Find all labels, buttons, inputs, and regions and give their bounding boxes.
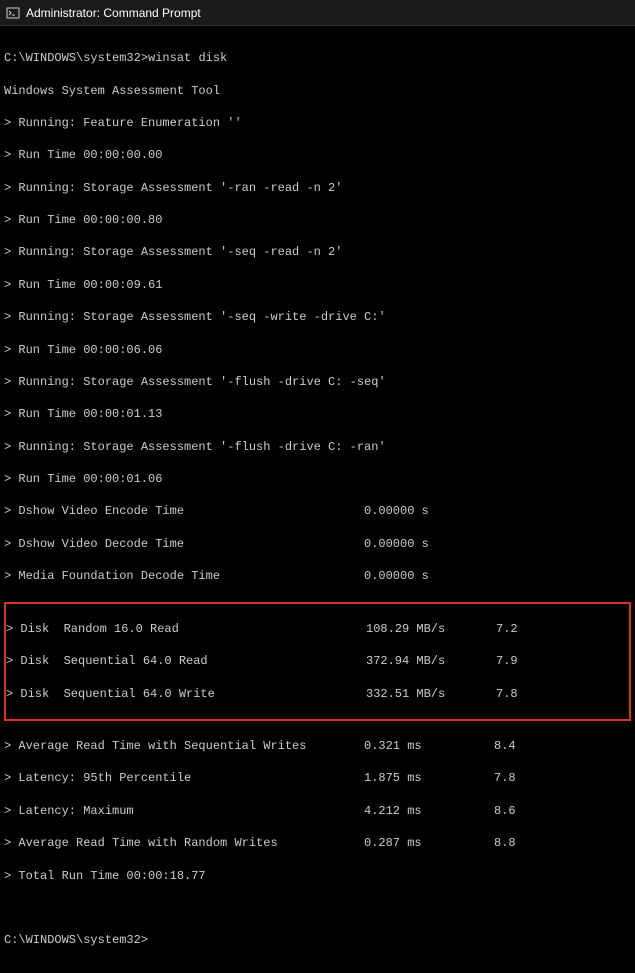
metric-score: 7.8 — [494, 770, 594, 786]
prompt-line: C:\WINDOWS\system32>winsat disk — [4, 50, 631, 66]
metric-value: 108.29 MB/s — [366, 621, 496, 637]
blank-line — [4, 900, 631, 916]
output-line: > Running: Storage Assessment '-flush -d… — [4, 374, 631, 390]
metric-label: > Disk Sequential 64.0 Read — [6, 653, 366, 669]
metric-line: > Latency: Maximum4.212 ms8.6 — [4, 803, 631, 819]
metric-score — [494, 568, 594, 584]
metric-value: 4.212 ms — [364, 803, 494, 819]
output-line: > Run Time 00:00:01.06 — [4, 471, 631, 487]
output-line: > Running: Storage Assessment '-seq -rea… — [4, 244, 631, 260]
metric-value: 0.00000 s — [364, 568, 494, 584]
metric-score: 7.2 — [496, 621, 596, 637]
output-line: > Run Time 00:00:00.80 — [4, 212, 631, 228]
metric-label: > Dshow Video Decode Time — [4, 536, 364, 552]
output-line: > Running: Storage Assessment '-ran -rea… — [4, 180, 631, 196]
metric-value: 0.00000 s — [364, 503, 494, 519]
metric-score: 8.4 — [494, 738, 594, 754]
metric-line: > Dshow Video Decode Time0.00000 s — [4, 536, 631, 552]
disk-metric-line: > Disk Random 16.0 Read108.29 MB/s7.2 — [6, 621, 629, 637]
metric-label: > Media Foundation Decode Time — [4, 568, 364, 584]
metric-value: 372.94 MB/s — [366, 653, 496, 669]
metric-score: 7.9 — [496, 653, 596, 669]
window-titlebar[interactable]: Administrator: Command Prompt — [0, 0, 635, 26]
command-text: winsat disk — [148, 51, 227, 65]
prompt: C:\WINDOWS\system32> — [4, 51, 148, 65]
metric-score: 8.6 — [494, 803, 594, 819]
metric-label: > Disk Random 16.0 Read — [6, 621, 366, 637]
metric-score — [494, 536, 594, 552]
cmd-icon — [6, 6, 20, 20]
metric-label: > Latency: 95th Percentile — [4, 770, 364, 786]
metric-line: > Dshow Video Encode Time0.00000 s — [4, 503, 631, 519]
metric-label: > Average Read Time with Sequential Writ… — [4, 738, 364, 754]
output-line: > Run Time 00:00:00.00 — [4, 147, 631, 163]
window-title: Administrator: Command Prompt — [26, 6, 201, 20]
metric-score: 8.8 — [494, 835, 594, 851]
prompt-line: C:\WINDOWS\system32> — [4, 932, 631, 948]
metric-line: > Latency: 95th Percentile1.875 ms7.8 — [4, 770, 631, 786]
metric-score — [494, 503, 594, 519]
metric-label: > Latency: Maximum — [4, 803, 364, 819]
terminal-output[interactable]: C:\WINDOWS\system32>winsat disk Windows … — [0, 26, 635, 973]
metric-value: 0.287 ms — [364, 835, 494, 851]
metric-value: 332.51 MB/s — [366, 686, 496, 702]
metric-label: > Dshow Video Encode Time — [4, 503, 364, 519]
metric-line: > Average Read Time with Sequential Writ… — [4, 738, 631, 754]
total-runtime: > Total Run Time 00:00:18.77 — [4, 868, 631, 884]
metric-line: > Average Read Time with Random Writes0.… — [4, 835, 631, 851]
output-line: > Run Time 00:00:01.13 — [4, 406, 631, 422]
metric-line: > Media Foundation Decode Time0.00000 s — [4, 568, 631, 584]
metric-score: 7.8 — [496, 686, 596, 702]
metric-value: 0.321 ms — [364, 738, 494, 754]
output-line: > Run Time 00:00:06.06 — [4, 342, 631, 358]
output-line: > Running: Storage Assessment '-flush -d… — [4, 439, 631, 455]
disk-metric-line: > Disk Sequential 64.0 Write332.51 MB/s7… — [6, 686, 629, 702]
metric-value: 1.875 ms — [364, 770, 494, 786]
metric-label: > Average Read Time with Random Writes — [4, 835, 364, 851]
disk-metric-line: > Disk Sequential 64.0 Read372.94 MB/s7.… — [6, 653, 629, 669]
output-line: > Running: Storage Assessment '-seq -wri… — [4, 309, 631, 325]
metric-label: > Disk Sequential 64.0 Write — [6, 686, 366, 702]
metric-value: 0.00000 s — [364, 536, 494, 552]
output-line: > Running: Feature Enumeration '' — [4, 115, 631, 131]
output-line: > Run Time 00:00:09.61 — [4, 277, 631, 293]
tool-header: Windows System Assessment Tool — [4, 83, 631, 99]
highlighted-results: > Disk Random 16.0 Read108.29 MB/s7.2 > … — [4, 602, 631, 721]
